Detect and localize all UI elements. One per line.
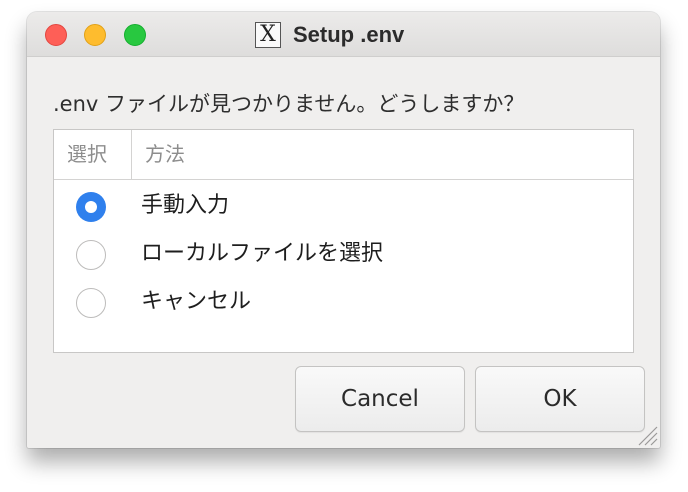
cancel-button[interactable]: Cancel — [295, 366, 465, 432]
ok-button[interactable]: OK — [475, 366, 645, 432]
x11-icon: X — [255, 22, 281, 48]
title-bar[interactable]: X Setup .env — [27, 12, 660, 57]
close-window-button[interactable] — [45, 24, 67, 46]
radio-manual-entry[interactable] — [76, 192, 106, 222]
window-title: Setup .env — [293, 22, 405, 47]
table-row-local-file[interactable]: ローカルファイルを選択 — [54, 231, 633, 277]
setup-dialog: X Setup .env .env ファイルが見つかりません。どうしますか？ 選… — [27, 12, 660, 448]
radio-local-file[interactable] — [76, 240, 106, 270]
table-header: 選択 方法 — [54, 130, 633, 180]
window-title-group: X Setup .env — [255, 21, 404, 49]
resize-grip-icon[interactable] — [630, 418, 660, 448]
column-header-select: 選択 — [67, 142, 107, 166]
column-divider — [131, 130, 132, 179]
options-table: 選択 方法 手動入力 ローカルファイルを選択 キャンセル — [53, 129, 634, 353]
option-label-manual-entry: 手動入力 — [141, 193, 230, 218]
zoom-window-button[interactable] — [124, 24, 146, 46]
radio-cancel[interactable] — [76, 288, 106, 318]
table-row-manual[interactable]: 手動入力 — [54, 183, 633, 229]
option-label-local-file: ローカルファイルを選択 — [141, 241, 384, 266]
minimize-window-button[interactable] — [84, 24, 106, 46]
prompt-text: .env ファイルが見つかりません。どうしますか？ — [53, 92, 525, 116]
option-label-cancel: キャンセル — [141, 289, 252, 314]
column-header-method: 方法 — [145, 142, 185, 166]
table-row-cancel[interactable]: キャンセル — [54, 279, 633, 325]
